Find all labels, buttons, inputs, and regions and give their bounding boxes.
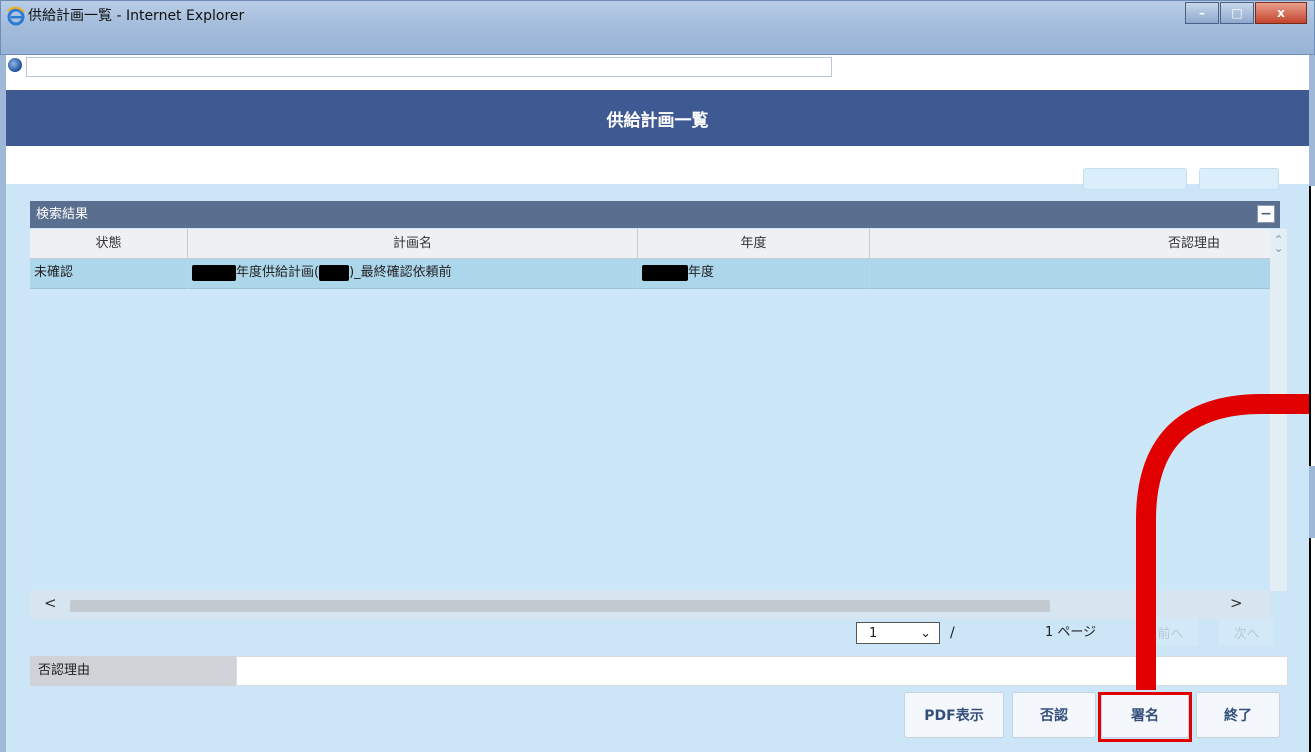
cell-reject-reason [870, 259, 1270, 289]
cell-year: 年度 [638, 259, 870, 289]
column-header-plan-name[interactable]: 計画名 [188, 229, 638, 259]
page-select[interactable]: 1 ⌄ [856, 622, 940, 644]
callout-panel [1309, 538, 1315, 752]
page-title: 供給計画一覧 [6, 90, 1309, 146]
vertical-scrollbar[interactable]: ⌃ ⌄ [1270, 229, 1287, 591]
total-pages: 1 ページ [1045, 625, 1097, 640]
redaction [192, 264, 236, 281]
minimize-button[interactable]: – [1185, 2, 1219, 24]
table-row[interactable]: 未確認 年度供給計画()_最終確認依頼前 年度 [30, 259, 1270, 289]
collapse-button[interactable]: − [1257, 205, 1275, 223]
scroll-right-icon[interactable]: > [1230, 594, 1250, 614]
page-icon [8, 58, 22, 72]
window-controls: – □ x [1184, 2, 1307, 24]
cell-status: 未確認 [30, 259, 188, 289]
results-header: 検索結果 [30, 201, 1280, 228]
close-window-button[interactable]: x [1255, 2, 1307, 24]
page-separator: / [950, 625, 955, 641]
reject-reason-input[interactable] [236, 656, 1288, 686]
page-select-value: 1 [869, 625, 878, 641]
address-bar[interactable] [26, 57, 832, 77]
reject-reason-label: 否認理由 [30, 656, 236, 686]
sign-highlight-box [1098, 692, 1192, 742]
horizontal-scroll-thumb[interactable] [70, 600, 1050, 612]
next-page-button[interactable]: 次へ [1219, 618, 1274, 646]
scroll-left-icon[interactable]: < [44, 594, 64, 614]
scroll-down-icon[interactable]: ⌄ [1270, 241, 1287, 255]
callout-panel [1309, 186, 1315, 466]
redaction [319, 264, 350, 281]
window-title: 供給計画一覧 - Internet Explorer [28, 8, 245, 24]
close-button[interactable]: 終了 [1196, 692, 1280, 738]
column-header-reject-reason[interactable]: 否認理由 [870, 229, 1280, 259]
pdf-view-button[interactable]: PDF表示 [904, 692, 1004, 738]
maximize-button[interactable]: □ [1220, 2, 1254, 24]
table-header: 状態 計画名 年度 否認理由 [30, 229, 1280, 259]
redaction [642, 264, 688, 281]
hidden-button-2[interactable] [1199, 168, 1279, 190]
column-header-year[interactable]: 年度 [638, 229, 870, 259]
chevron-down-icon: ⌄ [920, 625, 931, 641]
reject-button[interactable]: 否認 [1012, 692, 1096, 738]
column-header-status[interactable]: 状態 [30, 229, 188, 259]
prev-page-button[interactable]: 前へ [1143, 618, 1198, 646]
cell-plan-name: 年度供給計画()_最終確認依頼前 [188, 259, 638, 289]
internet-explorer-icon [7, 6, 25, 26]
hidden-button-1[interactable] [1083, 168, 1187, 190]
table-body [30, 259, 1270, 591]
